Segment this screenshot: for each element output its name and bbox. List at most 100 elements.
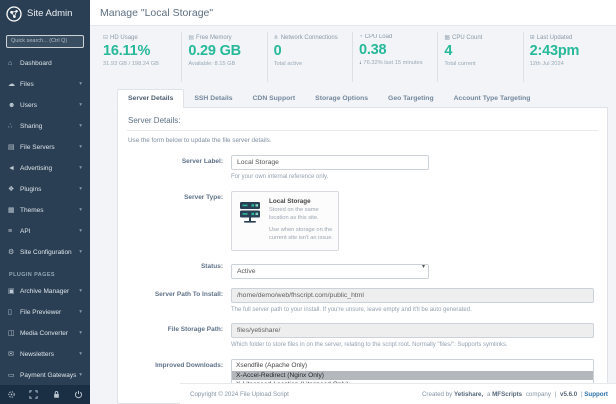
tab-ssh-details[interactable]: SSH Details <box>184 90 242 107</box>
sidebar-item-api[interactable]: ≡ API ▾ <box>0 221 90 242</box>
image-icon: ▦ <box>8 206 20 214</box>
footer-credits: Created by Yetishare, a MFScripts compan… <box>420 391 608 398</box>
credit-card-icon: ▭ <box>8 371 20 379</box>
megaphone-icon: ◄ <box>8 165 20 172</box>
tab-bar: Server Details SSH Details CDN Support S… <box>117 89 608 107</box>
sidebar-item-media-converter[interactable]: ◫ Media Converter ▾ <box>0 323 90 344</box>
brand: Site Admin <box>0 0 90 27</box>
tab-geo-targeting[interactable]: Geo Targeting <box>378 90 444 107</box>
status-label: Status: <box>127 260 231 279</box>
storage-path-input[interactable] <box>231 323 594 338</box>
stat-value: 4 <box>444 43 517 59</box>
cpu-count-icon: ▦ <box>444 34 450 41</box>
api-icon: ≡ <box>8 228 20 235</box>
chevron-down-icon: ▾ <box>79 309 82 315</box>
cpu-load-icon: ◔ <box>359 34 363 40</box>
sidebar-item-file-previewer[interactable]: ▯ File Previewer ▾ <box>0 302 90 323</box>
stat-sub: ↓ 76.32% last 15 minutes <box>359 60 432 66</box>
page-title: Manage "Local Storage" <box>100 7 213 19</box>
quick-search-input[interactable] <box>6 35 84 48</box>
brand-title: Site Admin <box>27 8 72 19</box>
chevron-down-icon: ▾ <box>79 288 82 294</box>
stat-free-memory: ▤Free Memory 0.29 GB Available: 8.15 GB <box>181 32 266 82</box>
sidebar-item-newsletters[interactable]: ✉ Newsletters ▾ <box>0 344 90 365</box>
stat-value: 0.38 <box>359 42 432 58</box>
admin-app: Site Admin ⌂ Dashboard ☁ Files ▾ ☻ Users… <box>0 0 616 404</box>
sidebar-item-site-configuration[interactable]: ⚙ Site Configuration ▾ <box>0 242 90 263</box>
settings-gear-icon[interactable] <box>0 385 23 404</box>
server-rack-icon <box>237 198 263 244</box>
sidebar-item-archive-manager[interactable]: ▣ Archive Manager ▾ <box>0 281 90 302</box>
sidebar-item-sharing[interactable]: ∴ Sharing ▾ <box>0 116 90 137</box>
chevron-down-icon: ▾ <box>79 165 82 171</box>
divider: | <box>555 391 557 398</box>
chevron-down-icon: ▾ <box>79 330 82 336</box>
top-bar: Manage "Local Storage" <box>90 0 616 26</box>
server-path-row: Server Path To Install: The full server … <box>127 288 598 315</box>
sidebar-item-advertising[interactable]: ◄ Advertising ▾ <box>0 158 90 179</box>
option-xsendfile[interactable]: Xsendfile (Apache Only) <box>232 361 593 371</box>
chevron-down-icon: ▾ <box>79 372 82 378</box>
network-icon: ⋔ <box>274 34 279 41</box>
server-label-label: Server Label: <box>127 155 231 182</box>
server-type-label: Server Type: <box>127 191 231 251</box>
tab-storage-options[interactable]: Storage Options <box>305 90 378 107</box>
server-path-label: Server Path To Install: <box>127 288 231 315</box>
envelope-icon: ✉ <box>8 350 20 358</box>
plug-icon: ❖ <box>8 185 20 193</box>
home-icon: ⌂ <box>8 60 20 67</box>
status-select[interactable]: Active <box>231 264 429 279</box>
storage-path-helper: Which folder to store files in on the se… <box>231 341 594 350</box>
power-icon[interactable] <box>68 385 91 404</box>
server-label-row: Server Label: For your own internal refe… <box>127 155 598 182</box>
main-content: Manage "Local Storage" ⊟HD Usage 16.11% … <box>90 0 616 404</box>
server-type-row: Server Type: <box>127 191 598 251</box>
stat-sub: Total active <box>274 61 347 67</box>
server-type-desc: Stored on the same location as this site… <box>269 207 333 223</box>
media-grid-icon: ◫ <box>8 329 20 337</box>
stat-value: 2:43pm <box>530 43 603 59</box>
chevron-down-icon: ▾ <box>79 249 82 255</box>
option-x-accel-redirect[interactable]: X-Accel-Redirect (Nginx Only) <box>232 371 593 381</box>
calendar-icon: ⊞ <box>530 34 535 41</box>
stats-row: ⊟HD Usage 16.11% 31.93 GB / 198.24 GB ▤F… <box>90 26 616 82</box>
sidebar-item-dashboard[interactable]: ⌂ Dashboard <box>0 53 90 74</box>
tab-account-type-targeting[interactable]: Account Type Targeting <box>444 90 541 107</box>
stat-sub: 12th Jul 2024 <box>530 61 603 67</box>
chevron-down-icon: ▾ <box>79 123 82 129</box>
cloud-icon: ☁ <box>8 80 20 88</box>
stat-cpu-count: ▦CPU Count 4 Total current <box>437 32 522 82</box>
server-path-input[interactable] <box>231 288 594 303</box>
sidebar-item-file-servers[interactable]: ▤ File Servers ▾ <box>0 137 90 158</box>
chevron-down-icon: ▾ <box>79 144 82 150</box>
server-type-card[interactable]: Local Storage Stored on the same locatio… <box>231 191 339 251</box>
tab-cdn-support[interactable]: CDN Support <box>243 90 306 107</box>
file-icon: ▯ <box>8 308 20 316</box>
sidebar-item-themes[interactable]: ▦ Themes ▾ <box>0 200 90 221</box>
tab-server-details[interactable]: Server Details <box>117 89 184 108</box>
chevron-down-icon: ▾ <box>79 207 82 213</box>
server-type-note: Use when storage on the current site isn… <box>269 227 333 243</box>
version-text: v5.6.0 <box>560 391 577 398</box>
copyright-text: Copyright © 2024 File Upload Script <box>190 391 289 398</box>
stat-value: 0 <box>274 43 347 59</box>
yetishare-credit: Yetishare, <box>454 391 483 398</box>
server-icon: ▤ <box>8 143 20 151</box>
archive-icon: ▣ <box>8 287 20 295</box>
fullscreen-icon[interactable] <box>23 385 46 404</box>
lock-icon[interactable] <box>45 385 68 404</box>
sidebar-item-files[interactable]: ☁ Files ▾ <box>0 74 90 95</box>
hd-icon: ⊟ <box>103 34 108 41</box>
sidebar-item-users[interactable]: ☻ Users ▾ <box>0 95 90 116</box>
storage-path-row: File Storage Path: Which folder to store… <box>127 323 598 350</box>
sidebar-item-payment-gateways[interactable]: ▭ Payment Gateways ▾ <box>0 365 90 386</box>
stat-network-connections: ⋔Network Connections 0 Total active <box>267 32 352 82</box>
support-link[interactable]: Support <box>584 391 608 398</box>
sidebar-item-plugins[interactable]: ❖ Plugins ▾ <box>0 179 90 200</box>
server-label-input[interactable] <box>231 155 429 170</box>
memory-icon: ▤ <box>188 34 194 41</box>
users-icon: ☻ <box>8 102 20 109</box>
panel-heading: Server Details: <box>128 116 598 125</box>
divider: | <box>581 391 583 398</box>
chevron-down-icon: ▾ <box>79 228 82 234</box>
